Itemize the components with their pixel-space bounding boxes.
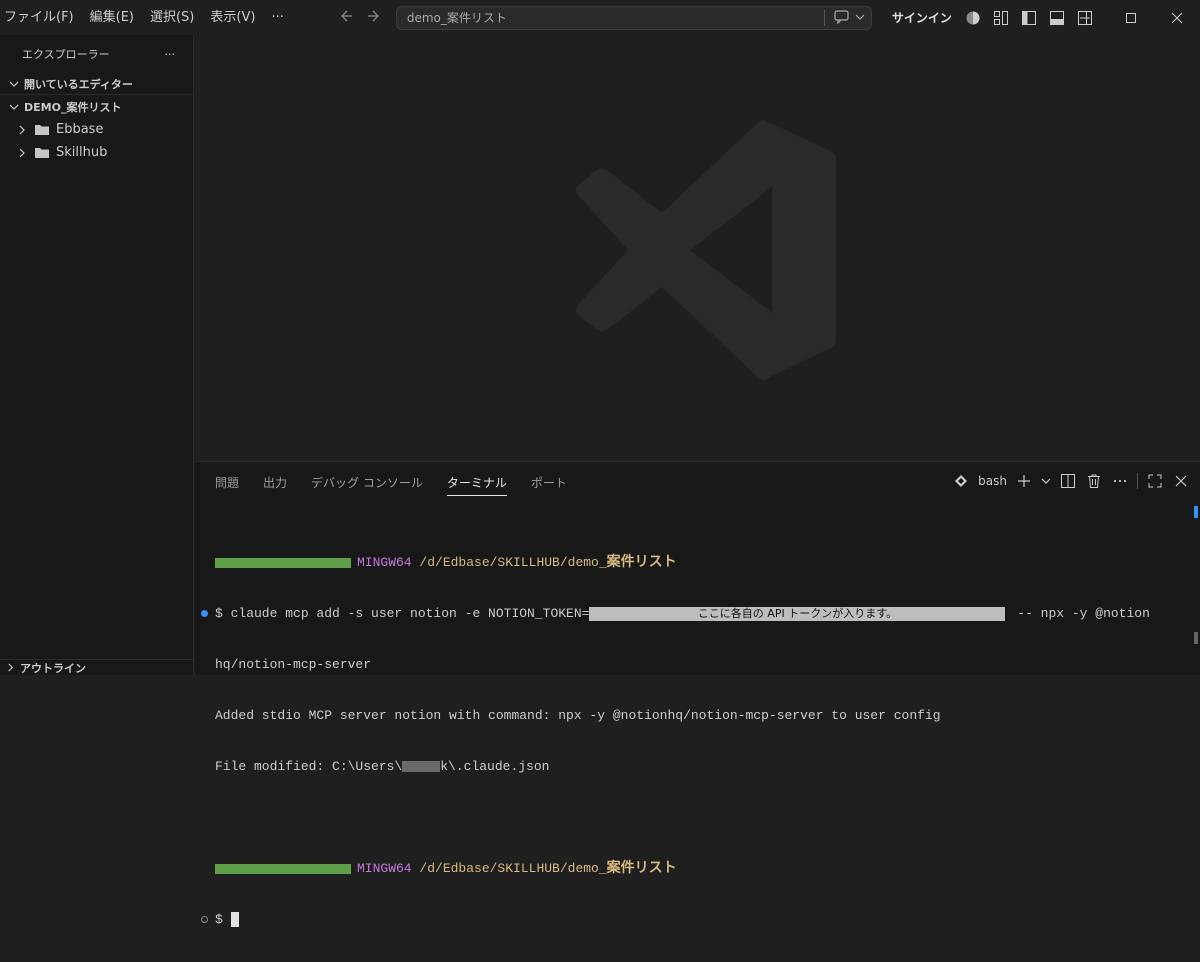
- tab-terminal[interactable]: ターミナル: [446, 474, 507, 496]
- workspace-label: DEMO_案件リスト: [24, 101, 122, 114]
- toggle-primary-sidebar-icon[interactable]: [1020, 9, 1038, 27]
- prompt-host: MINGW64: [357, 861, 412, 876]
- minimize-icon[interactable]: [1062, 0, 1108, 35]
- terminal-prompt-line-2: MINGW64 /d/Edbase/SKILLHUB/demo_案件リスト: [215, 860, 1190, 877]
- editor-area: [195, 35, 1200, 461]
- folder-icon: [34, 146, 50, 159]
- redacted-username: [215, 557, 351, 568]
- explorer-header: エクスプローラー ···: [0, 35, 193, 73]
- chevron-right-icon: [6, 663, 20, 672]
- open-editors-section[interactable]: 開いているエディター: [0, 73, 193, 95]
- scrollbar-marker: [1194, 506, 1198, 518]
- prompt-host: MINGW64: [357, 555, 412, 570]
- maximize-icon[interactable]: [1108, 0, 1154, 35]
- folder-icon: [34, 123, 50, 136]
- terminal-cursor: [230, 912, 239, 928]
- menu-more[interactable]: ···: [263, 0, 291, 35]
- tab-debug-console[interactable]: デバッグ コンソール: [311, 474, 423, 496]
- command-pending-dot-icon[interactable]: [201, 916, 208, 923]
- chevron-right-icon: [14, 125, 30, 135]
- chevron-down-icon: [6, 79, 22, 89]
- command-center-text: demo_案件リスト: [406, 11, 507, 25]
- command-rest: -- npx -y @notion: [1009, 606, 1150, 621]
- folder-item-ebbase[interactable]: Ebbase: [0, 118, 193, 141]
- chevron-down-icon: [6, 102, 22, 112]
- menu-file[interactable]: ファイル(F): [0, 0, 82, 35]
- outline-section[interactable]: アウトライン: [0, 659, 194, 675]
- prompt-path-jp: 案件リスト: [606, 860, 677, 876]
- terminal-output[interactable]: MINGW64 /d/Edbase/SKILLHUB/demo_案件リスト $ …: [201, 520, 1190, 962]
- prompt-path-jp: 案件リスト: [606, 554, 677, 570]
- explorer-title: エクスプローラー: [22, 48, 110, 61]
- more-actions-icon[interactable]: [1111, 472, 1129, 490]
- chevron-down-icon[interactable]: [855, 11, 865, 25]
- panel-tabs: 問題 出力 デバッグ コンソール ターミナル ポート: [215, 474, 591, 496]
- accounts-icon[interactable]: [964, 9, 982, 27]
- menu-bar: ファイル(F) 編集(E) 選択(S) 表示(V) ···: [0, 0, 292, 35]
- redacted-user-folder: [402, 761, 441, 773]
- folder-item-skillhub[interactable]: Skillhub: [0, 141, 193, 164]
- workspace-section[interactable]: DEMO_案件リスト: [0, 96, 193, 118]
- prompt-path: /d/Edbase/SKILLHUB/demo_: [419, 555, 607, 570]
- command-text: $ claude mcp add -s user notion -e NOTIO…: [215, 606, 590, 621]
- forward-arrow-icon[interactable]: [360, 8, 388, 27]
- terminal-output-added: Added stdio MCP server notion with comma…: [215, 708, 941, 723]
- signin-button[interactable]: サインイン: [892, 9, 952, 26]
- split-terminal-icon[interactable]: [1059, 472, 1077, 490]
- tab-ports[interactable]: ポート: [531, 474, 567, 496]
- new-terminal-plus-icon[interactable]: [1015, 472, 1033, 490]
- navigation-arrows: [332, 8, 388, 27]
- tab-output[interactable]: 出力: [263, 474, 287, 496]
- scrollbar-marker: [1194, 632, 1198, 644]
- file-modified-prefix: File modified: C:\Users\: [215, 759, 403, 774]
- file-modified-suffix: k\.claude.json: [440, 759, 550, 774]
- close-panel-icon[interactable]: [1172, 472, 1190, 490]
- panel-actions-divider: [1137, 473, 1138, 489]
- terminal-shell-icon: [952, 472, 970, 490]
- redacted-token-note: ここに各自の API トークンが入ります。: [589, 606, 1006, 621]
- terminal-prompt-line: MINGW64 /d/Edbase/SKILLHUB/demo_案件リスト: [215, 554, 1190, 571]
- vscode-logo-watermark-icon: [572, 115, 838, 389]
- bottom-panel: 問題 出力 デバッグ コンソール ターミナル ポート bash MINGW64 …: [195, 461, 1200, 928]
- terminal-output-file: File modified: C:\Users\ k\.claude.json: [215, 758, 1190, 775]
- outline-label: アウトライン: [20, 661, 86, 675]
- open-editors-label: 開いているエディター: [24, 77, 133, 91]
- terminal-shell-name[interactable]: bash: [978, 474, 1007, 488]
- terminal-command-line: $ claude mcp add -s user notion -e NOTIO…: [201, 605, 1190, 622]
- prompt-path: /d/Edbase/SKILLHUB/demo_: [419, 861, 607, 876]
- trash-icon[interactable]: [1085, 472, 1103, 490]
- maximize-panel-icon[interactable]: [1146, 472, 1164, 490]
- customize-layout-icon[interactable]: [992, 9, 1010, 27]
- menu-selection[interactable]: 選択(S): [142, 0, 202, 35]
- title-bar: ファイル(F) 編集(E) 選択(S) 表示(V) ··· demo_案件リスト…: [0, 0, 1200, 35]
- menu-view[interactable]: 表示(V): [202, 0, 263, 35]
- explorer-sidebar: エクスプローラー ··· 開いているエディター DEMO_案件リスト Ebbas…: [0, 35, 194, 675]
- explorer-more-button[interactable]: ···: [165, 48, 176, 61]
- window-controls: [1062, 0, 1200, 35]
- back-arrow-icon[interactable]: [332, 8, 360, 27]
- chevron-down-icon[interactable]: [1041, 472, 1051, 490]
- terminal-input-line[interactable]: $: [201, 911, 1190, 928]
- menu-edit[interactable]: 編集(E): [82, 0, 142, 35]
- tab-problems[interactable]: 問題: [215, 474, 239, 496]
- folder-label: Skillhub: [56, 145, 108, 160]
- command-center-search[interactable]: demo_案件リスト: [395, 5, 872, 30]
- chevron-right-icon: [14, 148, 30, 158]
- close-icon[interactable]: [1154, 0, 1200, 35]
- copilot-chat-icon[interactable]: [833, 9, 851, 28]
- terminal-command-wrap: hq/notion-mcp-server: [215, 657, 372, 672]
- folder-label: Ebbase: [56, 122, 104, 137]
- redacted-username: [215, 863, 351, 874]
- prompt-symbol: $: [215, 912, 231, 927]
- panel-actions: bash: [952, 472, 1190, 490]
- command-success-dot-icon[interactable]: [201, 610, 208, 617]
